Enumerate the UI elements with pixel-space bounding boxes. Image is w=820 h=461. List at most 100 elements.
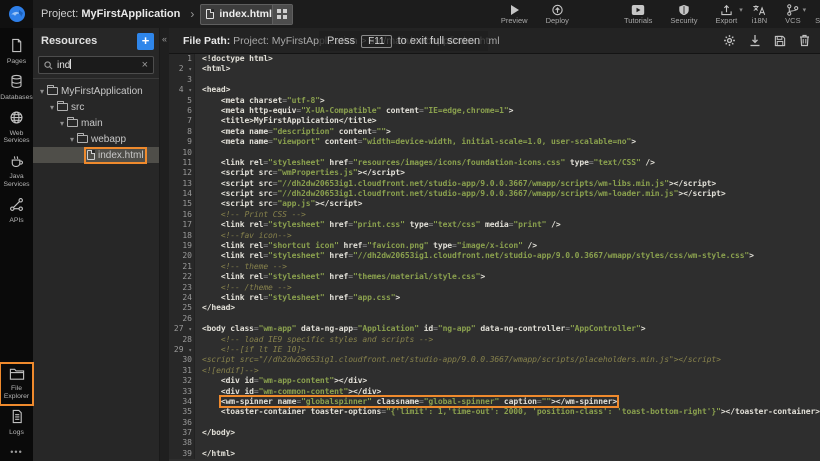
- code-line-27[interactable]: 27 ▾<body class="wm-app" data-ng-app="Ap…: [169, 324, 820, 334]
- security-button[interactable]: Security: [670, 4, 697, 25]
- code-line-34[interactable]: 34 <wm-spinner name="globalspinner" clas…: [169, 397, 820, 407]
- code-line-4[interactable]: 4 ▾<head>: [169, 85, 820, 95]
- open-file-tab[interactable]: index.html: [200, 4, 293, 25]
- code-line-23[interactable]: 23 <!-- /theme -->: [169, 283, 820, 293]
- code-line-30[interactable]: 30<script src="//dh2dw20653ig1.cloudfron…: [169, 355, 820, 365]
- toast-text-pre: Press: [327, 35, 355, 47]
- resource-search: ind ×: [33, 54, 159, 78]
- line-number: 23: [169, 283, 195, 293]
- code-line-19[interactable]: 19 <link rel="shortcut icon" href="favic…: [169, 241, 820, 251]
- expand-arrow-icon[interactable]: ▾: [47, 103, 57, 112]
- folder-icon: [77, 135, 88, 143]
- sidebar-item-file-explorer[interactable]: FileExplorer: [0, 363, 33, 406]
- export-caret-icon: ▾: [739, 6, 743, 14]
- dashboard-grid-icon[interactable]: [272, 5, 292, 24]
- file-tree: ▾MyFirstApplication▾src▾main▾webappindex…: [33, 79, 159, 163]
- code-line-33[interactable]: 33 <div id="wm-common-content"></div>: [169, 387, 820, 397]
- code-line-35[interactable]: 35 <toaster-container toaster-options="{…: [169, 407, 820, 417]
- i18n-button[interactable]: i18N: [752, 4, 767, 25]
- export-button[interactable]: Export: [716, 4, 738, 25]
- code-editor[interactable]: 1<!doctype html>2 ▾<html>34 ▾<head>5 <me…: [169, 54, 820, 461]
- file-settings-gear-icon[interactable]: [723, 34, 736, 47]
- code-text: <body class="wm-app" data-ng-app="Applic…: [195, 324, 645, 334]
- expand-arrow-icon[interactable]: ▾: [67, 135, 77, 144]
- line-number: 38: [169, 438, 195, 448]
- code-line-12[interactable]: 12 <script src="wmProperties.js"></scrip…: [169, 168, 820, 178]
- code-line-28[interactable]: 28 <!-- load IE9 specific styles and scr…: [169, 335, 820, 345]
- code-line-18[interactable]: 18 <!--fav icon-->: [169, 231, 820, 241]
- code-line-32[interactable]: 32 <div id="wm-app-content"></div>: [169, 376, 820, 386]
- preview-button[interactable]: Preview: [501, 4, 528, 25]
- project-breadcrumb[interactable]: Project: MyFirstApplication: [41, 8, 180, 20]
- sidebar-item-java-services[interactable]: JavaServices: [0, 150, 33, 194]
- search-input[interactable]: ind ×: [38, 56, 154, 74]
- code-line-6[interactable]: 6 <meta http-equiv="X-UA-Compatible" con…: [169, 106, 820, 116]
- delete-file-icon[interactable]: [799, 34, 810, 47]
- code-line-3[interactable]: 3: [169, 75, 820, 85]
- code-line-20[interactable]: 20 <link rel="stylesheet" href="//dh2dw2…: [169, 251, 820, 261]
- code-line-5[interactable]: 5 <meta charset="utf-8">: [169, 96, 820, 106]
- tutorials-button[interactable]: Tutorials: [624, 4, 652, 25]
- tree-item-main[interactable]: ▾main: [33, 115, 159, 131]
- tree-item-src[interactable]: ▾src: [33, 99, 159, 115]
- code-line-24[interactable]: 24 <link rel="stylesheet" href="app.css"…: [169, 293, 820, 303]
- code-line-29[interactable]: 29 ▾ <!--[if lt IE 10]>: [169, 345, 820, 355]
- expand-arrow-icon[interactable]: ▾: [37, 87, 47, 96]
- code-line-2[interactable]: 2 ▾<html>: [169, 64, 820, 74]
- sidebar-item-apis[interactable]: APIs: [0, 193, 33, 229]
- sidebar-more-icon[interactable]: •••: [10, 441, 22, 461]
- code-line-9[interactable]: 9 <meta name="viewport" content="width=d…: [169, 137, 820, 147]
- code-text: <!doctype html>: [195, 54, 273, 64]
- folder-icon: [67, 119, 78, 127]
- collapse-panel-icon[interactable]: «: [160, 34, 169, 44]
- code-text: <title>MyFirstApplication</title>: [195, 116, 377, 126]
- code-line-14[interactable]: 14 <script src="//dh2dw20653ig1.cloudfro…: [169, 189, 820, 199]
- line-number: 29 ▾: [169, 345, 195, 355]
- tree-item-index.html[interactable]: index.html: [33, 147, 159, 163]
- download-file-icon[interactable]: [749, 34, 761, 47]
- line-number: 28: [169, 335, 195, 345]
- code-line-31[interactable]: 31<![endif]-->: [169, 366, 820, 376]
- code-line-11[interactable]: 11 <link rel="stylesheet" href="resource…: [169, 158, 820, 168]
- settings-button[interactable]: Settings: [815, 4, 820, 25]
- clear-search-icon[interactable]: ×: [142, 59, 148, 71]
- code-line-1[interactable]: 1<!doctype html>: [169, 54, 820, 64]
- code-line-38[interactable]: 38: [169, 438, 820, 448]
- pages-icon: [9, 38, 24, 58]
- coffee-icon: [9, 154, 24, 174]
- line-number: 18: [169, 231, 195, 241]
- sidebar-item-logs[interactable]: Logs: [0, 405, 33, 441]
- line-number: 10: [169, 148, 195, 158]
- sidebar-item-web-services[interactable]: WebServices: [0, 106, 33, 150]
- code-line-13[interactable]: 13 <script src="//dh2dw20653ig1.cloudfro…: [169, 179, 820, 189]
- code-line-25[interactable]: 25</head>: [169, 303, 820, 313]
- save-file-icon[interactable]: [774, 35, 786, 47]
- app-logo[interactable]: [0, 0, 33, 28]
- code-line-22[interactable]: 22 <link rel="stylesheet" href="themes/m…: [169, 272, 820, 282]
- code-line-39[interactable]: 39</html>: [169, 449, 820, 459]
- code-line-10[interactable]: 10: [169, 148, 820, 158]
- code-text: <toaster-container toaster-options="{'li…: [195, 407, 820, 417]
- expand-arrow-icon[interactable]: ▾: [57, 119, 67, 128]
- tree-item-myfirstapplication[interactable]: ▾MyFirstApplication: [33, 83, 159, 99]
- code-line-16[interactable]: 16 <!-- Print CSS -->: [169, 210, 820, 220]
- deploy-button[interactable]: Deploy: [546, 4, 569, 25]
- code-line-17[interactable]: 17 <link rel="stylesheet" href="print.cs…: [169, 220, 820, 230]
- tab-label: index.html: [219, 8, 272, 20]
- code-line-26[interactable]: 26: [169, 314, 820, 324]
- vcs-button[interactable]: VCS: [785, 4, 800, 25]
- sidebar-item-pages[interactable]: Pages: [0, 34, 33, 70]
- code-line-21[interactable]: 21 <!-- theme -->: [169, 262, 820, 272]
- code-line-8[interactable]: 8 <meta name="description" content="">: [169, 127, 820, 137]
- code-line-36[interactable]: 36: [169, 418, 820, 428]
- line-number: 22: [169, 272, 195, 282]
- sidebar-item-databases[interactable]: Databases: [0, 70, 33, 106]
- code-line-37[interactable]: 37</body>: [169, 428, 820, 438]
- code-line-7[interactable]: 7 <title>MyFirstApplication</title>: [169, 116, 820, 126]
- code-text: <meta http-equiv="X-UA-Compatible" conte…: [195, 106, 513, 116]
- deploy-icon: [551, 4, 564, 16]
- code-line-15[interactable]: 15 <script src="app.js"></script>: [169, 199, 820, 209]
- add-resource-button[interactable]: +: [137, 33, 154, 50]
- line-number: 1: [169, 54, 195, 64]
- tree-item-webapp[interactable]: ▾webapp: [33, 131, 159, 147]
